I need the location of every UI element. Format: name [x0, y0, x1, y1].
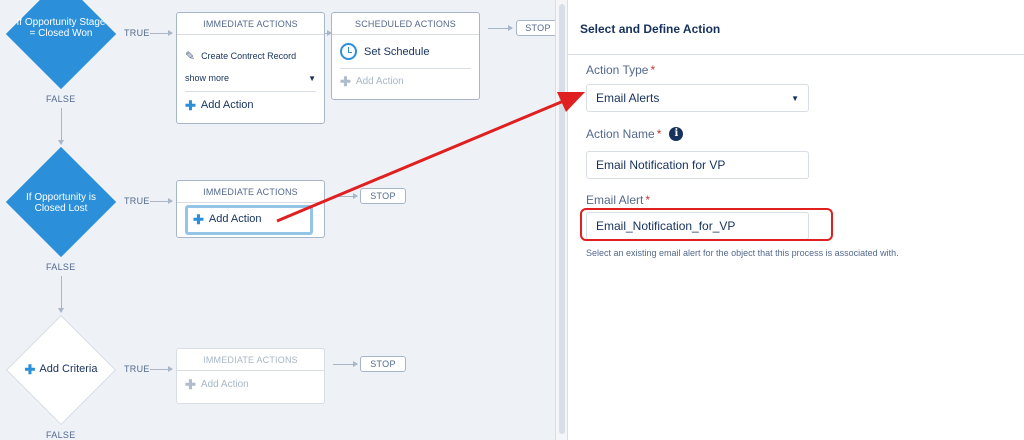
scheduled-actions-header: SCHEDULED ACTIONS [332, 13, 479, 35]
add-criteria-button[interactable]: ✚ Add Criteria [13, 362, 109, 377]
plus-icon: ✚ [185, 377, 196, 392]
action-type-select[interactable]: Email Alerts ▼ [586, 84, 809, 112]
plus-icon: ✚ [24, 362, 36, 377]
stop-node-3: STOP [360, 356, 406, 372]
set-schedule-button[interactable]: Set Schedule [340, 43, 471, 60]
panel-scrollbar[interactable] [555, 0, 568, 440]
clock-icon [340, 43, 357, 60]
annotation-highlight-box [580, 208, 833, 241]
info-icon[interactable]: i [669, 127, 684, 141]
stop-node-2: STOP [360, 188, 406, 204]
plus-icon: ✚ [340, 74, 351, 89]
true-label-1: TRUE [124, 28, 150, 38]
criteria-node-2-label: If Opportunity is Closed Lost [25, 192, 97, 214]
false-label-3: FALSE [46, 430, 76, 440]
false-label-2: FALSE [46, 262, 76, 272]
caret-down-icon: ▼ [791, 93, 799, 103]
immediate-actions-header: IMMEDIATE ACTIONS [177, 13, 324, 35]
panel-header: Select and Define Action [568, 0, 1024, 55]
true-label-3: TRUE [124, 364, 150, 374]
action-type-label: Action Type * [586, 63, 656, 77]
immediate-actions-box-1: IMMEDIATE ACTIONS ✎ Create Contrect Reco… [176, 12, 325, 124]
immediate-actions-header: IMMEDIATE ACTIONS [177, 181, 324, 203]
add-action-button-scheduled[interactable]: ✚ Add Action [340, 74, 471, 89]
action-name-input[interactable]: Email Notification for VP [586, 151, 809, 179]
add-action-button-highlighted[interactable]: ✚ Add Action [185, 205, 313, 235]
plus-icon: ✚ [185, 97, 196, 113]
action-item-create-contract[interactable]: ✎ Create Contrect Record [185, 49, 316, 63]
action-item-label: Create Contrect Record [201, 51, 297, 61]
immediate-actions-header: IMMEDIATE ACTIONS [177, 349, 324, 371]
immediate-actions-box-3: IMMEDIATE ACTIONS ✚ Add Action [176, 348, 325, 404]
email-alert-hint: Select an existing email alert for the o… [586, 248, 899, 258]
action-name-label: Action Name * i [586, 127, 684, 141]
criteria-node-1-label: If Opportunity Stage = Closed Won [16, 17, 106, 39]
true-label-2: TRUE [124, 196, 150, 206]
scrollbar-thumb[interactable] [559, 4, 565, 434]
plus-icon: ✚ [193, 211, 204, 227]
email-alert-label: Email Alert * [586, 193, 651, 207]
caret-down-icon: ▼ [308, 73, 316, 83]
show-more-dropdown[interactable]: show more ▼ [185, 73, 316, 83]
criteria-node-1[interactable] [5, 0, 117, 90]
scheduled-actions-box: SCHEDULED ACTIONS Set Schedule ✚ Add Act… [331, 12, 480, 100]
add-action-button[interactable]: ✚ Add Action [185, 97, 316, 113]
immediate-actions-box-2: IMMEDIATE ACTIONS ✚ Add Action [176, 180, 325, 238]
stop-node-1: STOP [516, 20, 555, 36]
panel-title: Select and Define Action [580, 22, 721, 36]
false-label-1: FALSE [46, 94, 76, 104]
pencil-icon: ✎ [185, 49, 196, 63]
add-action-button-disabled[interactable]: ✚ Add Action [185, 377, 316, 392]
process-canvas: If Opportunity Stage = Closed Won TRUE F… [0, 0, 555, 440]
